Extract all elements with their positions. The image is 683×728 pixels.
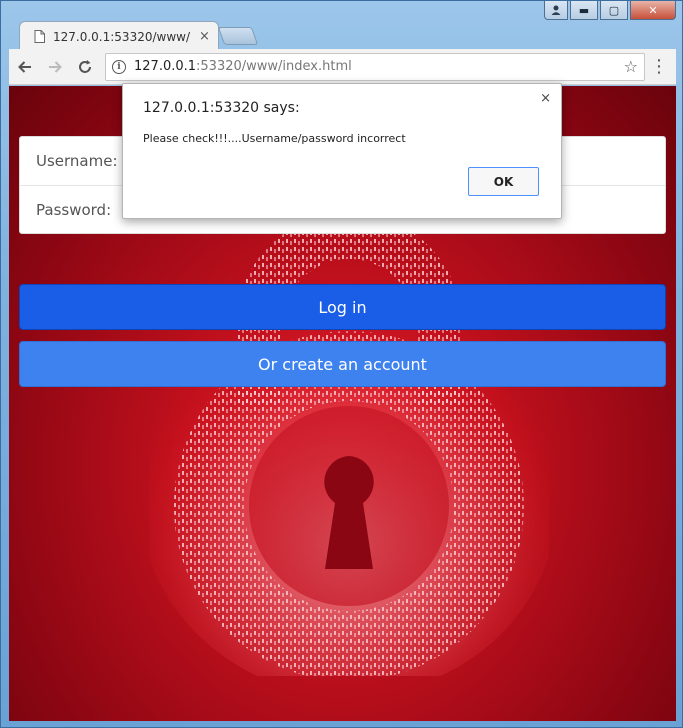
tab-close-icon[interactable]: × — [199, 29, 210, 44]
page-icon — [34, 30, 45, 43]
password-label: Password: — [36, 200, 112, 219]
reload-button[interactable] — [71, 53, 99, 81]
forward-button[interactable] — [41, 53, 69, 81]
tab-active[interactable]: 127.0.0.1:53320/www/inc × — [19, 21, 219, 51]
dialog-close-icon[interactable]: × — [540, 91, 551, 106]
ok-button[interactable]: OK — [468, 167, 539, 196]
login-button[interactable]: Log in — [19, 284, 666, 330]
dialog-title: 127.0.0.1:53320 says: — [143, 100, 300, 116]
close-icon: ✕ — [648, 3, 658, 17]
menu-icon[interactable]: ⋮ — [650, 56, 668, 77]
user-icon[interactable] — [544, 1, 568, 20]
tab-title: 127.0.0.1:53320/www/inc — [53, 29, 191, 44]
back-arrow-icon — [18, 60, 31, 73]
maximize-icon: ▢ — [608, 3, 620, 17]
username-label: Username: — [36, 152, 118, 170]
padlock-illustration — [149, 213, 549, 676]
new-tab-button[interactable] — [217, 27, 259, 45]
forward-arrow-icon — [49, 60, 62, 73]
url-text[interactable]: 127.0.0.1:53320/www/index.html — [134, 59, 616, 74]
address-bar[interactable]: i 127.0.0.1:53320/www/index.html ☆ — [105, 52, 645, 81]
tab-strip: 127.0.0.1:53320/www/inc × — [9, 19, 549, 51]
bookmark-star-icon[interactable]: ☆ — [624, 57, 638, 76]
alert-dialog: 127.0.0.1:53320 says: × Please check!!!.… — [122, 83, 562, 219]
minimize-icon: ▬ — [578, 3, 590, 17]
create-account-button[interactable]: Or create an account — [19, 341, 666, 387]
browser-window: ▬ ▢ ✕ 127.0.0.1:53320/www/inc × i 127.0.… — [0, 0, 683, 728]
reload-icon — [79, 59, 91, 73]
dialog-message: Please check!!!....Username/password inc… — [143, 132, 406, 145]
toolbar: i 127.0.0.1:53320/www/index.html ☆ ⋮ — [9, 49, 676, 85]
info-icon[interactable]: i — [112, 59, 126, 74]
window-controls: ▬ ▢ ✕ — [544, 1, 676, 21]
close-window-button[interactable]: ✕ — [630, 1, 676, 20]
back-button[interactable] — [11, 53, 39, 81]
maximize-button[interactable]: ▢ — [600, 1, 628, 20]
minimize-button[interactable]: ▬ — [570, 1, 598, 20]
